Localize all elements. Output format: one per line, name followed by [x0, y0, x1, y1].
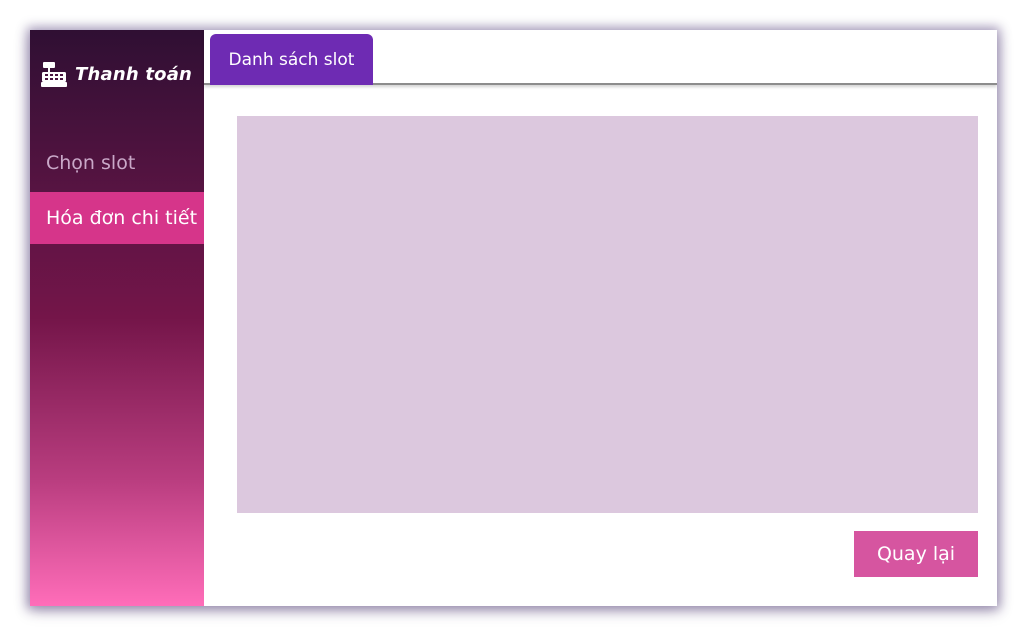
nav-item-hoa-don-chi-tiet[interactable]: Hóa đơn chi tiết	[30, 192, 204, 244]
cash-register-icon	[41, 62, 67, 87]
slot-list-panel	[237, 116, 978, 513]
app-title: Thanh toán	[75, 63, 193, 85]
app-window: Thanh toán Chọn slot Hóa đơn chi tiết Da…	[30, 30, 997, 606]
tab-bar: Danh sách slot	[204, 30, 997, 85]
main-area: Danh sách slot Quay lại	[204, 30, 997, 606]
sidebar: Thanh toán Chọn slot Hóa đơn chi tiết	[30, 30, 204, 606]
back-button[interactable]: Quay lại	[854, 531, 978, 577]
nav-item-chon-slot[interactable]: Chọn slot	[30, 137, 204, 189]
tab-danh-sach-slot[interactable]: Danh sách slot	[210, 34, 373, 85]
brand: Thanh toán	[40, 60, 192, 88]
